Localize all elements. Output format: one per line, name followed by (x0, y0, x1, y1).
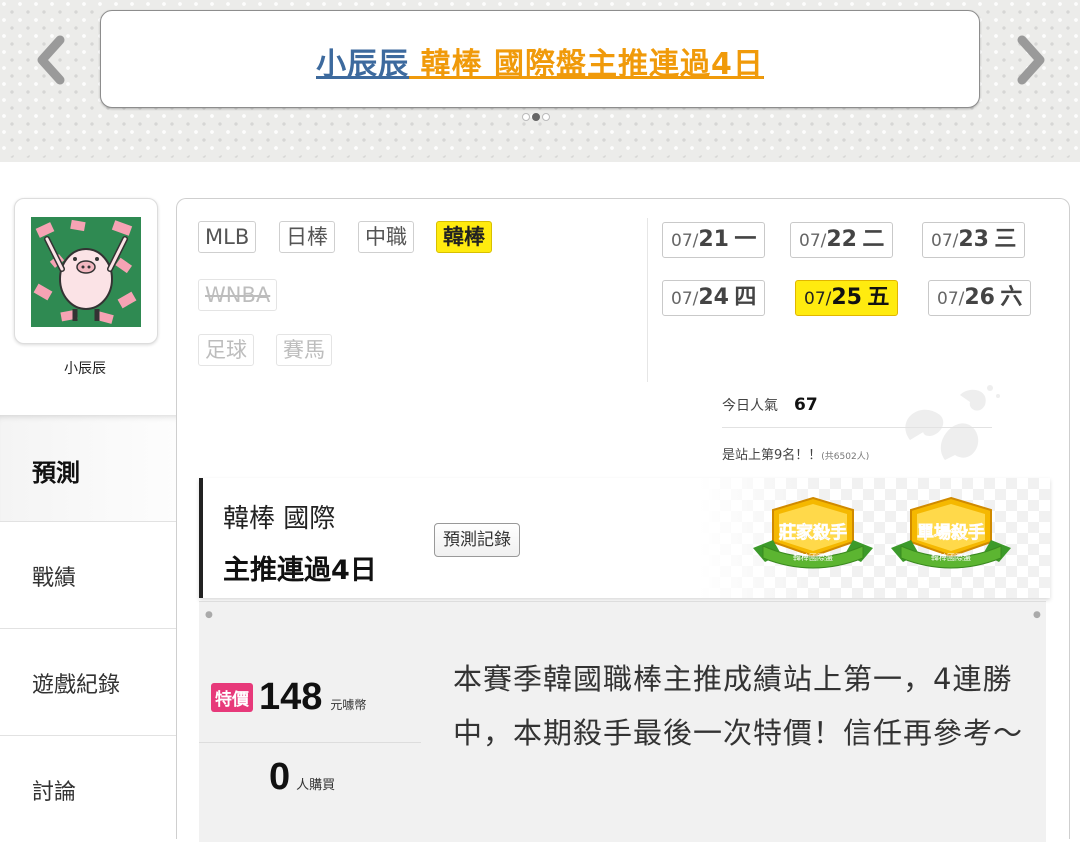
league-chip-mlb[interactable]: MLB (198, 221, 257, 253)
buyers-unit: 人購買 (296, 778, 336, 793)
carousel-dot[interactable] (522, 113, 530, 121)
sidebar-item-predict[interactable]: 預測 (0, 415, 178, 521)
product-description: 本賽季韓國職棒主推成績站上第一，4連勝中，本期殺手最後一次特價！信任再參考～ (453, 662, 1024, 750)
date-chip-selected[interactable]: 07/25 五 (795, 280, 899, 316)
svg-text:單場殺手: 單場殺手 (917, 522, 985, 543)
date-chip[interactable]: 07/21 一 (662, 222, 766, 258)
prediction-header: 韓棒 國際 主推連過4日 預測記錄 莊家殺手 韓棒國際盤 單場殺手 韓棒國際盤 (199, 478, 1050, 598)
carousel-dot-active[interactable] (532, 113, 540, 121)
sidebar-menu: 預測 戰績 遊戲紀錄 討論 (0, 415, 178, 842)
price-value: 148 (259, 676, 323, 718)
popularity-label: 今日人氣 (722, 398, 778, 414)
sidebar-item-record[interactable]: 戰績 (0, 521, 178, 628)
league-chip-npb[interactable]: 日棒 (279, 221, 335, 253)
date-chip[interactable]: 07/26 六 (928, 280, 1032, 316)
svg-text:莊家殺手: 莊家殺手 (779, 522, 847, 543)
rank-total: (共6502人) (821, 452, 870, 462)
banner-card[interactable]: 小辰辰 韓棒 國際盤主推連過4日 (100, 10, 980, 108)
banner-headline[interactable]: 韓棒 國際盤主推連過4日 (409, 47, 764, 82)
popularity-value: 67 (794, 395, 818, 415)
avatar-card[interactable] (14, 198, 158, 344)
league-chip-cpbl[interactable]: 中職 (358, 221, 414, 253)
previous-arrow-icon[interactable] (30, 30, 70, 90)
username: 小辰辰 (64, 361, 106, 377)
sidebar-item-discussion[interactable]: 討論 (0, 735, 178, 842)
popularity-line: 今日人氣 67 (722, 395, 818, 415)
banner-link[interactable]: 小辰辰 韓棒 國際盤主推連過4日 (101, 47, 979, 83)
prediction-history-button[interactable]: 預測記錄 (434, 523, 520, 557)
product-panel[interactable]: ● ● 特價 148 元噱幣 0 人購買 本賽季韓國職棒主推成績站上第一，4連勝… (199, 601, 1046, 842)
special-price-tag: 特價 (211, 683, 253, 712)
rank-text: 是站上第9名！！ (722, 448, 822, 463)
sidebar-item-label: 遊戲紀錄 (32, 673, 121, 698)
avatar-pig-icon (31, 217, 141, 327)
banker-killer-badge-icon: 莊家殺手 韓棒國際盤 (753, 496, 873, 569)
svg-text:韓棒國際盤: 韓棒國際盤 (931, 552, 971, 562)
league-chip-kbo[interactable]: 韓棒 (436, 221, 492, 253)
carousel-dots (522, 113, 550, 121)
sidebar-item-label: 戰績 (32, 566, 77, 591)
date-chip[interactable]: 07/24 四 (662, 280, 766, 316)
banner-scalloped-edge (0, 150, 1080, 164)
sidebar-item-label: 預測 (32, 459, 80, 487)
banner-username[interactable]: 小辰辰 (316, 47, 409, 82)
prediction-subtitle: 主推連過4日 (223, 555, 377, 586)
divider (647, 218, 648, 382)
pin-icon: ● (205, 610, 213, 620)
pin-icon: ● (1033, 610, 1041, 620)
date-chip[interactable]: 07/22 二 (790, 222, 894, 258)
divider (722, 427, 992, 428)
date-chip[interactable]: 07/23 三 (922, 222, 1026, 258)
price-row: 特價 148 元噱幣 (211, 676, 366, 719)
league-chip-soccer: 足球 (198, 334, 254, 366)
prediction-title: 韓棒 國際 (223, 504, 336, 534)
carousel-dot[interactable] (542, 113, 550, 121)
svg-text:韓棒國際盤: 韓棒國際盤 (793, 552, 833, 562)
divider (199, 742, 421, 743)
sidebar-item-game-history[interactable]: 遊戲紀錄 (0, 628, 178, 735)
league-chip-horse-racing: 賽馬 (276, 334, 332, 366)
buyers-count: 0 (269, 756, 291, 798)
league-chip-wnba: WNBA (198, 279, 278, 311)
price-unit: 元噱幣 (330, 698, 367, 712)
rank-line: 是站上第9名！！(共6502人) (722, 444, 869, 463)
single-game-killer-badge-icon: 單場殺手 韓棒國際盤 (891, 496, 1011, 569)
buyers-row: 0 人購買 (269, 756, 335, 799)
next-arrow-icon[interactable] (1012, 30, 1052, 90)
sidebar-item-label: 討論 (32, 780, 77, 805)
